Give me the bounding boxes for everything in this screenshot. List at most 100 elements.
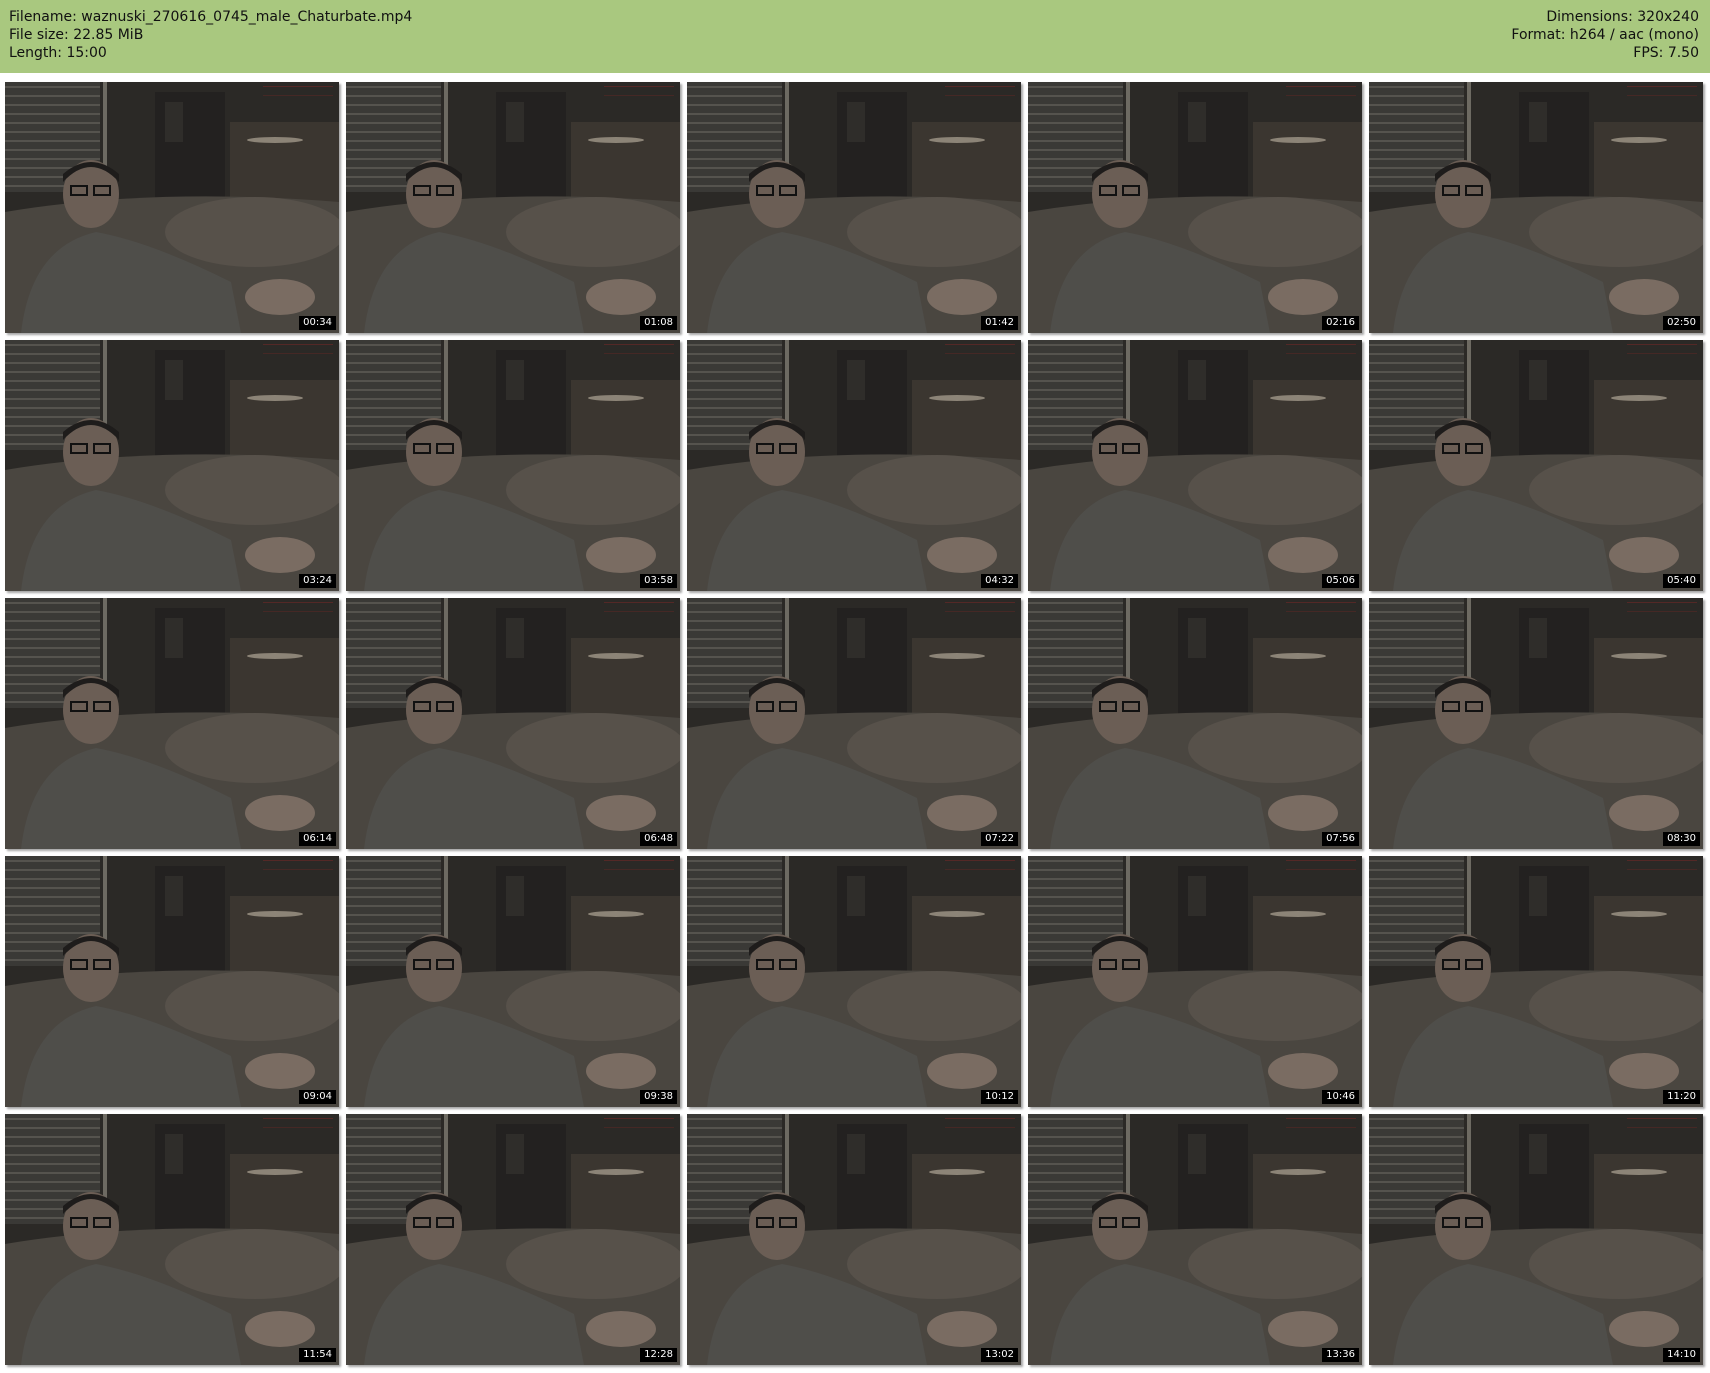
frame-scene-image [687, 340, 1021, 591]
frame-scene-image [346, 1114, 680, 1365]
watermark-logo [1627, 86, 1697, 96]
watermark-logo [945, 344, 1015, 354]
watermark-logo [1286, 860, 1356, 870]
frame-scene-image [5, 82, 339, 333]
watermark-logo [263, 1118, 333, 1128]
frame-timestamp: 07:22 [981, 832, 1018, 846]
video-frame-thumbnail[interactable]: 10:46 [1028, 856, 1362, 1107]
video-frame-thumbnail[interactable]: 09:38 [346, 856, 680, 1107]
video-frame-thumbnail[interactable]: 01:08 [346, 82, 680, 333]
frame-timestamp: 11:54 [299, 1348, 336, 1362]
frame-timestamp: 02:16 [1322, 316, 1359, 330]
frame-timestamp: 06:14 [299, 832, 336, 846]
frame-timestamp: 06:48 [640, 832, 677, 846]
frame-timestamp: 03:58 [640, 574, 677, 588]
frame-scene-image [1369, 598, 1703, 849]
frame-timestamp: 12:28 [640, 1348, 677, 1362]
frame-timestamp: 02:50 [1663, 316, 1700, 330]
frame-scene-image [346, 598, 680, 849]
video-frame-thumbnail[interactable]: 03:58 [346, 340, 680, 591]
video-frame-thumbnail[interactable]: 05:06 [1028, 340, 1362, 591]
frame-timestamp: 11:20 [1663, 1090, 1700, 1104]
frame-timestamp: 10:46 [1322, 1090, 1359, 1104]
frame-timestamp: 04:32 [981, 574, 1018, 588]
frame-scene-image [1369, 82, 1703, 333]
frame-scene-image [346, 340, 680, 591]
video-frame-thumbnail[interactable]: 14:10 [1369, 1114, 1703, 1365]
watermark-logo [1286, 344, 1356, 354]
video-frame-thumbnail[interactable]: 13:36 [1028, 1114, 1362, 1365]
video-frame-thumbnail[interactable]: 12:28 [346, 1114, 680, 1365]
frame-scene-image [687, 82, 1021, 333]
watermark-logo [945, 860, 1015, 870]
video-frame-thumbnail[interactable]: 11:54 [5, 1114, 339, 1365]
video-frame-thumbnail[interactable]: 08:30 [1369, 598, 1703, 849]
watermark-logo [945, 602, 1015, 612]
header-right-info: Dimensions: 320x240 Format: h264 / aac (… [1511, 8, 1699, 62]
frame-scene-image [687, 598, 1021, 849]
video-frame-thumbnail[interactable]: 13:02 [687, 1114, 1021, 1365]
length-text: Length: 15:00 [9, 45, 107, 61]
frame-timestamp: 03:24 [299, 574, 336, 588]
frame-timestamp: 05:40 [1663, 574, 1700, 588]
watermark-logo [263, 344, 333, 354]
frame-scene-image [1028, 82, 1362, 333]
video-frame-thumbnail[interactable]: 00:34 [5, 82, 339, 333]
watermark-logo [604, 344, 674, 354]
frame-scene-image [5, 856, 339, 1107]
watermark-logo [1627, 860, 1697, 870]
frame-scene-image [1028, 598, 1362, 849]
frame-timestamp: 13:36 [1322, 1348, 1359, 1362]
frame-scene-image [1369, 1114, 1703, 1365]
video-frame-thumbnail[interactable]: 09:04 [5, 856, 339, 1107]
video-frame-thumbnail[interactable]: 03:24 [5, 340, 339, 591]
watermark-logo [1286, 602, 1356, 612]
watermark-logo [945, 86, 1015, 96]
frame-timestamp: 00:34 [299, 316, 336, 330]
watermark-logo [263, 602, 333, 612]
watermark-logo [1627, 602, 1697, 612]
frame-scene-image [687, 1114, 1021, 1365]
frame-timestamp: 08:30 [1663, 832, 1700, 846]
frame-timestamp: 09:04 [299, 1090, 336, 1104]
video-frame-thumbnail[interactable]: 11:20 [1369, 856, 1703, 1107]
video-frame-thumbnail[interactable]: 10:12 [687, 856, 1021, 1107]
frame-scene-image [5, 1114, 339, 1365]
watermark-logo [1627, 1118, 1697, 1128]
video-frame-thumbnail[interactable]: 05:40 [1369, 340, 1703, 591]
watermark-logo [263, 860, 333, 870]
format-text: Format: h264 / aac (mono) [1511, 27, 1699, 43]
frame-scene-image [1028, 1114, 1362, 1365]
video-frame-thumbnail[interactable]: 01:42 [687, 82, 1021, 333]
video-frame-thumbnail[interactable]: 07:56 [1028, 598, 1362, 849]
video-frame-thumbnail[interactable]: 04:32 [687, 340, 1021, 591]
frame-timestamp: 13:02 [981, 1348, 1018, 1362]
header-left-info: Filename: waznuski_270616_0745_male_Chat… [9, 8, 412, 62]
thumbnail-grid: 00:34 01:08 01:42 02:16 02:50 03:24 03:58 04:32… [0, 73, 1710, 1373]
video-frame-thumbnail[interactable]: 06:48 [346, 598, 680, 849]
frame-scene-image [1028, 856, 1362, 1107]
filesize-text: File size: 22.85 MiB [9, 27, 144, 43]
video-frame-thumbnail[interactable]: 02:50 [1369, 82, 1703, 333]
video-info-header: Filename: waznuski_270616_0745_male_Chat… [0, 0, 1710, 73]
video-frame-thumbnail[interactable]: 02:16 [1028, 82, 1362, 333]
frame-scene-image [346, 82, 680, 333]
watermark-logo [604, 860, 674, 870]
watermark-logo [1627, 344, 1697, 354]
dimensions-text: Dimensions: 320x240 [1546, 9, 1699, 25]
frame-timestamp: 09:38 [640, 1090, 677, 1104]
watermark-logo [1286, 1118, 1356, 1128]
watermark-logo [604, 602, 674, 612]
frame-timestamp: 05:06 [1322, 574, 1359, 588]
frame-scene-image [1028, 340, 1362, 591]
frame-scene-image [5, 340, 339, 591]
frame-scene-image [1369, 856, 1703, 1107]
video-frame-thumbnail[interactable]: 06:14 [5, 598, 339, 849]
frame-timestamp: 07:56 [1322, 832, 1359, 846]
frame-scene-image [5, 598, 339, 849]
watermark-logo [945, 1118, 1015, 1128]
watermark-logo [604, 1118, 674, 1128]
video-frame-thumbnail[interactable]: 07:22 [687, 598, 1021, 849]
frame-scene-image [1369, 340, 1703, 591]
frame-timestamp: 10:12 [981, 1090, 1018, 1104]
